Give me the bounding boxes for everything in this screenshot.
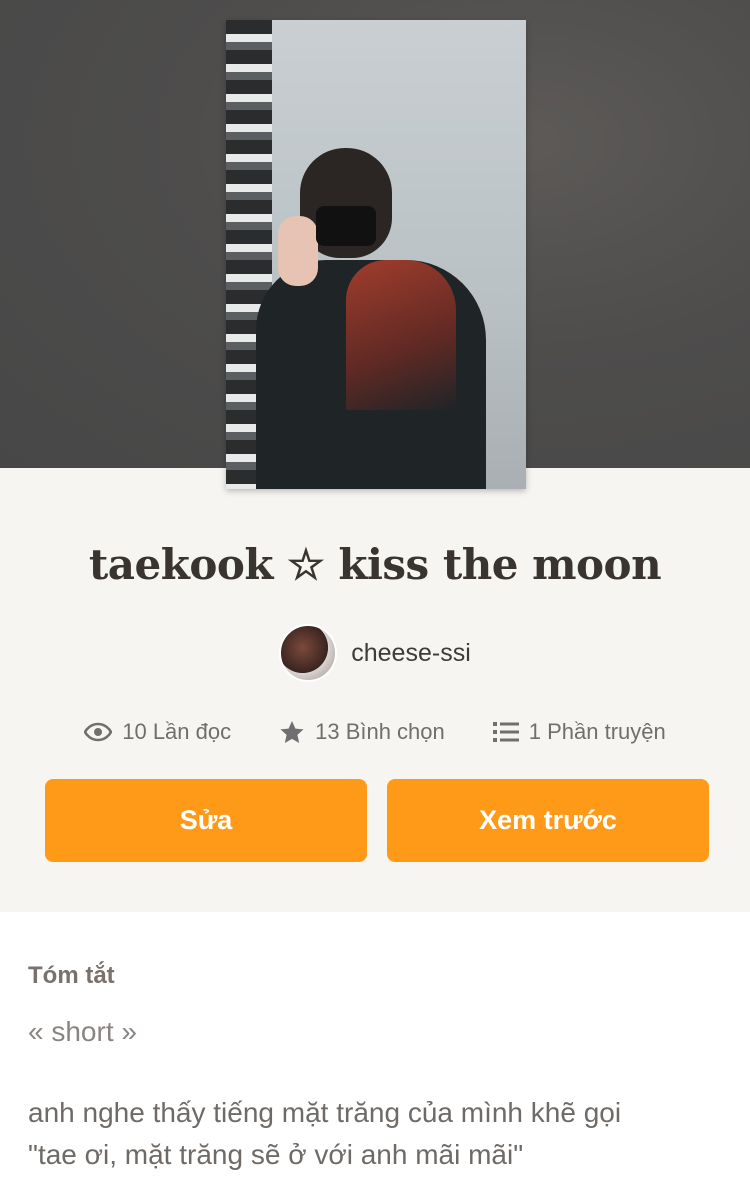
list-icon [492,722,519,742]
stat-reads: 10 Lần đọc [84,719,231,745]
author-name[interactable]: cheese-ssi [351,639,471,668]
summary-section: Tóm tắt « short » anh nghe thấy tiếng mặ… [0,912,750,1195]
summary-heading: Tóm tắt [28,962,115,989]
summary-tag: « short » [28,1016,137,1047]
cover-figure-hand [278,216,318,286]
stat-parts-label: 1 Phần truyện [528,719,666,744]
eye-icon [84,722,113,742]
stat-reads-label: 10 Lần đọc [122,719,232,744]
star-icon [280,721,304,743]
story-title: taekook ☆ kiss the moon [88,540,662,589]
summary-line-1: anh nghe thấy tiếng mặt trăng của mình k… [28,1097,622,1128]
edit-button[interactable]: Sửa [45,779,367,862]
cover-camera [316,206,376,246]
stat-votes: 13 Bình chọn [279,719,445,745]
preview-button[interactable]: Xem trước [387,779,709,862]
author-row[interactable]: cheese-ssi [0,624,750,682]
story-cover-image[interactable] [226,20,526,489]
cover-figure-jacket [346,260,456,410]
summary-line-2: "tae ơi, mặt trăng sẽ ở với anh mãi mãi" [28,1139,524,1170]
author-avatar[interactable] [279,624,338,682]
stat-votes-label: 13 Bình chọn [315,719,445,744]
story-stats: 10 Lần đọc 13 Bình chọn 1 Phần truyện [0,714,750,750]
summary-text: anh nghe thấy tiếng mặt trăng của mình k… [28,1092,718,1176]
stat-parts: 1 Phần truyện [492,719,666,745]
